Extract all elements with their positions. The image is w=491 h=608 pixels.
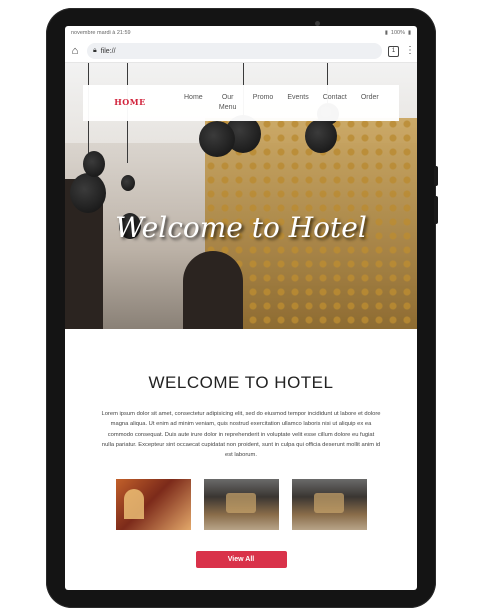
nav-item-promo[interactable]: Promo [246, 93, 281, 113]
lamp [83, 151, 105, 177]
lamp [70, 173, 106, 213]
battery-icon: ▮ [407, 30, 411, 36]
home-icon[interactable]: ⌂ [69, 45, 81, 57]
browser-toolbar: ⌂ 🔒︎ file:// 1 ⋮ [65, 40, 417, 63]
nav-item-order[interactable]: Order [354, 93, 386, 113]
archway-center [183, 251, 243, 329]
lamp [121, 175, 135, 191]
image-gallery [65, 479, 417, 531]
gallery-image[interactable] [291, 479, 367, 531]
nav-item-home[interactable]: Home [177, 93, 210, 113]
status-bar: novembre mardi à 21:59 ▮ 100% ▮ [65, 26, 417, 40]
power-button [434, 196, 438, 224]
view-all-button[interactable]: View All [195, 551, 287, 569]
lock-icon: 🔒︎ [93, 47, 97, 54]
device-screen: novembre mardi à 21:59 ▮ 100% ▮ ⌂ 🔒︎ fil… [65, 26, 417, 590]
volume-button [434, 166, 438, 186]
more-icon[interactable]: ⋮ [405, 46, 415, 56]
lamp [305, 119, 337, 153]
nav-item-contact[interactable]: Contact [316, 93, 354, 113]
lamp [199, 121, 235, 157]
site-logo[interactable]: HOME [83, 85, 177, 107]
tabs-icon[interactable]: 1 [388, 45, 399, 57]
battery-text: 100% [390, 30, 405, 36]
url-text: file:// [100, 47, 116, 55]
welcome-paragraph: Lorem ipsum dolor sit amet, consectetur … [101, 411, 381, 459]
welcome-heading: WELCOME TO HOTEL [148, 373, 334, 392]
hero-banner: HOME Home Our Menu Promo Events Contact … [65, 63, 417, 329]
gallery-image[interactable] [203, 479, 279, 531]
nav-item-our-menu[interactable]: Our Menu [210, 93, 246, 113]
address-bar[interactable]: 🔒︎ file:// [87, 43, 382, 59]
signal-icon: ▮ [384, 30, 388, 36]
nav-menu: Home Our Menu Promo Events Contact Order [177, 85, 386, 113]
gallery-image[interactable] [115, 479, 191, 531]
status-datetime: novembre mardi à 21:59 [71, 30, 131, 36]
nav-item-events[interactable]: Events [280, 93, 315, 113]
hero-title: Welcome to Hotel [115, 211, 367, 244]
site-navbar: HOME Home Our Menu Promo Events Contact … [83, 85, 399, 121]
